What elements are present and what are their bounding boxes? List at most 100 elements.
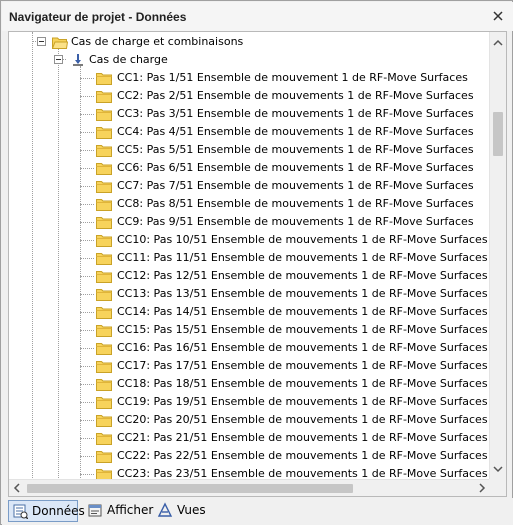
collapse-toggle-icon[interactable] (54, 55, 63, 64)
folder-icon (96, 396, 112, 409)
window-title: Navigateur de projet - Données (9, 10, 187, 24)
folder-icon (96, 234, 112, 247)
tree-guide-line (80, 96, 94, 97)
folder-icon (96, 126, 112, 139)
tree-leaf-load-case[interactable]: CC8: Pas 8/51 Ensemble de mouvements 1 d… (9, 195, 490, 213)
tree-leaf-label: CC8: Pas 8/51 Ensemble de mouvements 1 d… (117, 197, 474, 210)
vertical-scrollbar[interactable] (489, 32, 506, 480)
folder-icon (96, 252, 112, 265)
tree-leaf-load-case[interactable]: CC13: Pas 13/51 Ensemble de mouvements 1… (9, 285, 490, 303)
tree-leaf-load-case[interactable]: CC21: Pas 21/51 Ensemble de mouvements 1… (9, 429, 490, 447)
tree-guide-line (80, 456, 94, 457)
tree-guide-line (80, 222, 94, 223)
tree-leaf-label: CC11: Pas 11/51 Ensemble de mouvements 1… (117, 251, 488, 264)
folder-icon (96, 90, 112, 103)
project-tree: Cas de charge et combinaisons Cas de cha… (8, 31, 507, 497)
tree-leaf-label: CC23: Pas 23/51 Ensemble de mouvements 1… (117, 467, 488, 480)
tree-guide-line (80, 276, 94, 277)
tree-guide-line (80, 168, 94, 169)
tree-guide-line (80, 132, 94, 133)
folder-open-icon (52, 36, 68, 49)
tree-node-load-cases[interactable]: Cas de charge (9, 51, 490, 69)
tree-leaf-load-case[interactable]: CC18: Pas 18/51 Ensemble de mouvements 1… (9, 375, 490, 393)
tree-leaf-load-case[interactable]: CC20: Pas 20/51 Ensemble de mouvements 1… (9, 411, 490, 429)
tree-leaf-load-case[interactable]: CC16: Pas 16/51 Ensemble de mouvements 1… (9, 339, 490, 357)
scroll-left-icon[interactable] (13, 483, 20, 496)
tree-guide-line (80, 330, 94, 331)
load-case-icon (70, 53, 86, 67)
tree-guide-line (80, 258, 94, 259)
scroll-up-icon[interactable] (493, 36, 503, 49)
folder-icon (96, 198, 112, 211)
horizontal-scrollbar[interactable] (9, 479, 490, 496)
vertical-scroll-thumb[interactable] (493, 112, 503, 156)
tree-guide-line (80, 384, 94, 385)
tree-leaf-load-case[interactable]: CC7: Pas 7/51 Ensemble de mouvements 1 d… (9, 177, 490, 195)
tree-leaf-load-case[interactable]: CC17: Pas 17/51 Ensemble de mouvements 1… (9, 357, 490, 375)
tree-leaf-label: CC22: Pas 22/51 Ensemble de mouvements 1… (117, 449, 488, 462)
tree-leaf-load-case[interactable]: CC14: Pas 14/51 Ensemble de mouvements 1… (9, 303, 490, 321)
tree-guide-line (80, 240, 94, 241)
tree-leaf-load-case[interactable]: CC10: Pas 10/51 Ensemble de mouvements 1… (9, 231, 490, 249)
tree-guide-line (80, 186, 94, 187)
tree-leaf-load-case[interactable]: CC5: Pas 5/51 Ensemble de mouvements 1 d… (9, 141, 490, 159)
tree-leaf-label: CC13: Pas 13/51 Ensemble de mouvements 1… (117, 287, 488, 300)
tree-leaf-label: CC19: Pas 19/51 Ensemble de mouvements 1… (117, 395, 488, 408)
views-tab-icon (157, 502, 173, 518)
scroll-right-icon[interactable] (479, 483, 486, 496)
display-tab-icon (87, 502, 103, 518)
tree-leaf-label: CC7: Pas 7/51 Ensemble de mouvements 1 d… (117, 179, 474, 192)
folder-icon (96, 162, 112, 175)
tree-leaf-load-case[interactable]: CC11: Pas 11/51 Ensemble de mouvements 1… (9, 249, 490, 267)
folder-icon (96, 450, 112, 463)
folder-icon (96, 414, 112, 427)
folder-icon (96, 72, 112, 85)
tree-leaf-label: CC16: Pas 16/51 Ensemble de mouvements 1… (117, 341, 488, 354)
tree-leaf-load-case[interactable]: CC1: Pas 1/51 Ensemble de mouvement 1 de… (9, 69, 490, 87)
tree-node-label: Cas de charge et combinaisons (71, 35, 244, 48)
tree-leaf-label: CC21: Pas 21/51 Ensemble de mouvements 1… (117, 431, 488, 444)
tab-data[interactable]: Données (8, 500, 85, 522)
close-icon[interactable] (490, 8, 506, 24)
tree-leaf-label: CC20: Pas 20/51 Ensemble de mouvements 1… (117, 413, 488, 426)
tree-leaf-load-case[interactable]: CC12: Pas 12/51 Ensemble de mouvements 1… (9, 267, 490, 285)
tab-label: Données (32, 504, 85, 518)
tree-leaf-label: CC5: Pas 5/51 Ensemble de mouvements 1 d… (117, 143, 474, 156)
navigator-tab-bar: Données Afficher Vues (2, 498, 513, 525)
tree-leaf-label: CC15: Pas 15/51 Ensemble de mouvements 1… (117, 323, 488, 336)
tree-leaf-label: CC4: Pas 4/51 Ensemble de mouvements 1 d… (117, 125, 474, 138)
tab-label: Vues (177, 503, 206, 517)
collapse-toggle-icon[interactable] (37, 37, 46, 46)
tree-leaf-load-case[interactable]: CC4: Pas 4/51 Ensemble de mouvements 1 d… (9, 123, 490, 141)
folder-icon (96, 270, 112, 283)
tree-leaf-load-case[interactable]: CC6: Pas 6/51 Ensemble de mouvements 1 d… (9, 159, 490, 177)
tab-views[interactable]: Vues (154, 500, 206, 522)
tree-leaf-load-case[interactable]: CC19: Pas 19/51 Ensemble de mouvements 1… (9, 393, 490, 411)
folder-icon (96, 180, 112, 193)
folder-icon (96, 342, 112, 355)
tree-leaf-label: CC9: Pas 9/51 Ensemble de mouvements 1 d… (117, 215, 474, 228)
tab-display[interactable]: Afficher (84, 500, 153, 522)
tree-guide-line (80, 474, 94, 475)
tree-guide-line (80, 204, 94, 205)
tree-guide-line (80, 366, 94, 367)
tree-leaf-label: CC14: Pas 14/51 Ensemble de mouvements 1… (117, 305, 488, 318)
tree-leaf-label: CC10: Pas 10/51 Ensemble de mouvements 1… (117, 233, 488, 246)
tree-leaf-load-case[interactable]: CC9: Pas 9/51 Ensemble de mouvements 1 d… (9, 213, 490, 231)
tree-leaf-label: CC2: Pas 2/51 Ensemble de mouvements 1 d… (117, 89, 474, 102)
scroll-down-icon[interactable] (493, 463, 503, 476)
tree-guide-line (80, 438, 94, 439)
tree-leaf-load-case[interactable]: CC23: Pas 23/51 Ensemble de mouvements 1… (9, 465, 490, 480)
folder-icon (96, 216, 112, 229)
tree-node-label: Cas de charge (89, 53, 168, 66)
tree-leaf-load-case[interactable]: CC3: Pas 3/51 Ensemble de mouvements 1 d… (9, 105, 490, 123)
folder-icon (96, 108, 112, 121)
tree-leaf-load-case[interactable]: CC15: Pas 15/51 Ensemble de mouvements 1… (9, 321, 490, 339)
tree-guide-line (80, 312, 94, 313)
tree-node-load-cases-and-combinations[interactable]: Cas de charge et combinaisons (9, 33, 490, 51)
data-tab-icon (12, 503, 29, 520)
tree-leaf-load-case[interactable]: CC2: Pas 2/51 Ensemble de mouvements 1 d… (9, 87, 490, 105)
tree-leaf-load-case[interactable]: CC22: Pas 22/51 Ensemble de mouvements 1… (9, 447, 490, 465)
tree-leaf-label: CC6: Pas 6/51 Ensemble de mouvements 1 d… (117, 161, 474, 174)
horizontal-scroll-thumb[interactable] (27, 484, 353, 493)
